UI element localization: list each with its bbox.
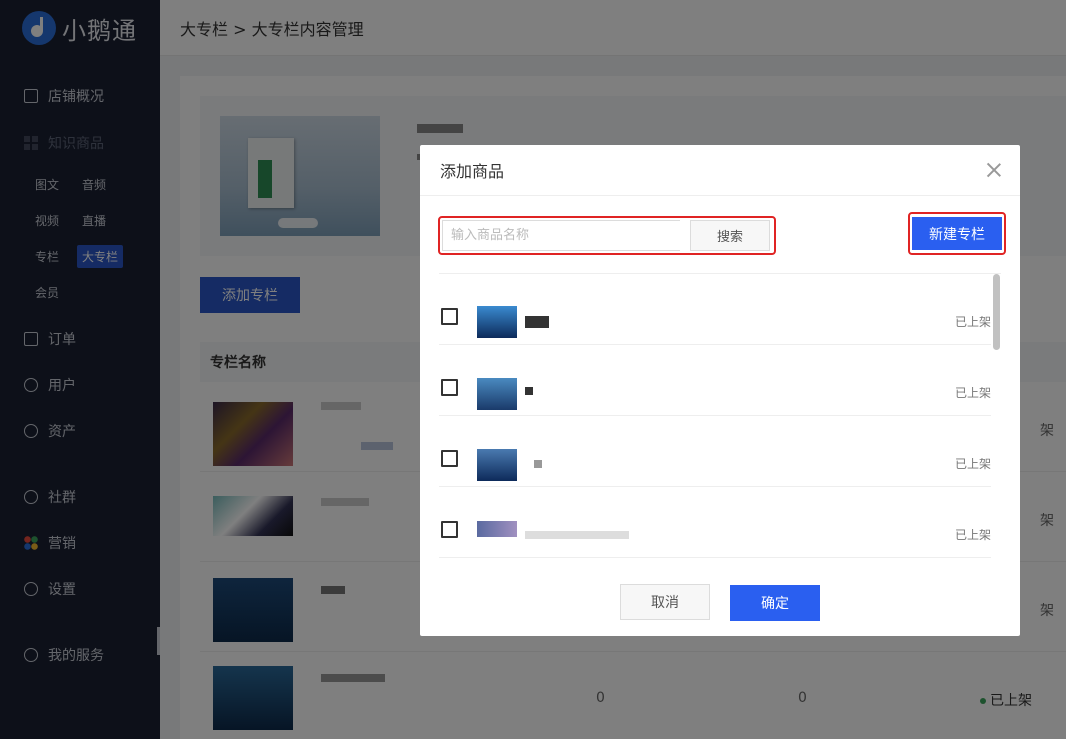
redacted-text xyxy=(525,531,629,539)
item-status: 已上架 xyxy=(954,386,991,400)
item-thumbnail xyxy=(477,521,517,537)
redacted-text xyxy=(534,460,542,468)
item-thumbnail xyxy=(477,449,517,481)
search-highlight: 搜索 xyxy=(438,216,776,255)
list-item[interactable]: 已上架 xyxy=(439,416,991,487)
product-list: 已上架 已上架 已上架 已上架 xyxy=(439,273,1001,569)
search-button[interactable]: 搜索 xyxy=(690,220,770,251)
item-status: 已上架 xyxy=(954,315,991,329)
list-item[interactable]: 已上架 xyxy=(439,345,991,416)
new-column-highlight: 新建专栏 xyxy=(908,212,1006,255)
item-checkbox[interactable] xyxy=(441,521,458,538)
confirm-button[interactable]: 确定 xyxy=(730,585,820,621)
item-status: 已上架 xyxy=(954,457,991,471)
item-thumbnail xyxy=(477,378,517,410)
list-item[interactable]: 已上架 xyxy=(439,487,991,558)
item-status: 已上架 xyxy=(954,528,991,542)
dialog-title: 添加商品 xyxy=(440,162,505,181)
product-search-input[interactable] xyxy=(442,220,680,251)
cancel-button[interactable]: 取消 xyxy=(620,584,710,620)
new-column-button[interactable]: 新建专栏 xyxy=(912,217,1002,250)
item-checkbox[interactable] xyxy=(441,450,458,467)
list-scrollbar-thumb[interactable] xyxy=(993,274,1000,350)
redacted-text xyxy=(525,387,533,395)
add-product-dialog: 添加商品 搜索 新建专栏 已上架 已上架 已上架 xyxy=(420,145,1020,636)
item-checkbox[interactable] xyxy=(441,308,458,325)
list-item[interactable]: 已上架 xyxy=(439,274,991,345)
dialog-header: 添加商品 xyxy=(420,145,1020,196)
close-icon[interactable] xyxy=(986,162,1002,178)
item-thumbnail xyxy=(477,306,517,338)
item-checkbox[interactable] xyxy=(441,379,458,396)
redacted-text xyxy=(525,316,549,328)
